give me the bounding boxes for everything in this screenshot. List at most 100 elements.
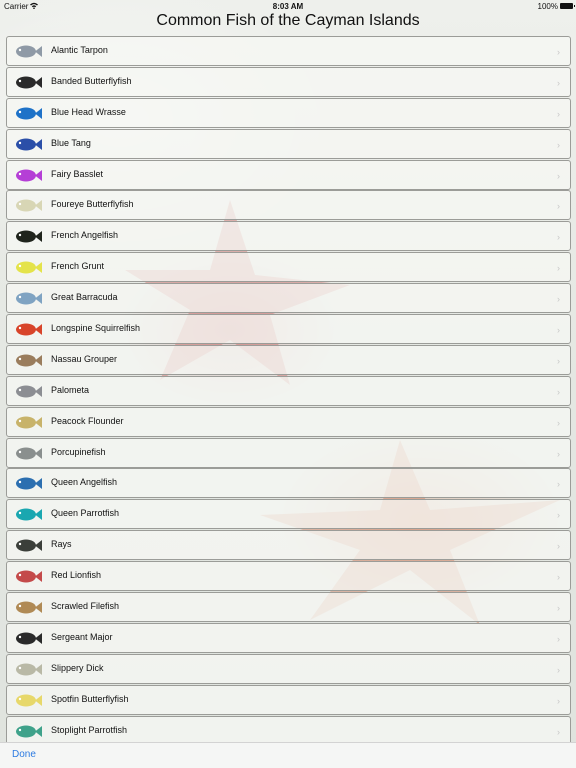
battery-icon — [560, 3, 575, 9]
queen-parrotfish-icon — [16, 508, 42, 521]
list-item[interactable]: Banded Butterflyfish › — [6, 66, 571, 97]
porcupinefish-icon — [16, 447, 42, 460]
palometa-icon — [16, 385, 42, 398]
tarpon-icon — [16, 45, 42, 58]
chevron-right-icon: › — [557, 541, 560, 552]
list-item-label: Red Lionfish — [51, 570, 102, 581]
list-item-label: Scrawled Filefish — [51, 601, 120, 612]
chevron-right-icon: › — [557, 510, 560, 521]
slippery-dick-icon — [16, 663, 42, 676]
chevron-right-icon: › — [557, 325, 560, 336]
bottom-toolbar: Done — [0, 742, 576, 768]
list-item[interactable]: Stoplight Parrotfish › — [6, 715, 571, 742]
list-item[interactable]: Great Barracuda › — [6, 283, 571, 314]
red-lionfish-icon — [16, 570, 42, 583]
list-item-label: Palometa — [51, 384, 90, 395]
list-item[interactable]: Spotfin Butterflyfish › — [6, 684, 571, 715]
list-item-label: Queen Angelfish — [51, 477, 118, 488]
spotfin-butterflyfish-icon — [16, 694, 42, 707]
fish-list: Alantic Tarpon › Banded Butterflyfish › Blue… — [6, 36, 571, 742]
scrawled-filefish-icon — [16, 601, 42, 614]
list-item-label: Blue Tang — [51, 137, 91, 148]
list-item-label: Porcupinefish — [51, 446, 106, 457]
chevron-right-icon: › — [557, 572, 560, 583]
list-item-label: Blue Head Wrasse — [51, 106, 126, 117]
list-item-label: Longspine Squirrelfish — [51, 323, 141, 334]
list-item[interactable]: Alantic Tarpon › — [6, 36, 571, 66]
list-item-label: Slippery Dick — [51, 662, 104, 673]
queen-angelfish-icon — [16, 477, 42, 490]
list-item[interactable]: Blue Tang › — [6, 128, 571, 159]
list-item[interactable]: Palometa › — [6, 375, 571, 406]
french-grunt-icon — [16, 261, 42, 274]
list-item-label: Sergeant Major — [51, 631, 113, 642]
chevron-right-icon: › — [557, 47, 560, 57]
list-item-label: French Grunt — [51, 261, 105, 272]
list-item[interactable]: Foureye Butterflyfish › — [6, 190, 571, 221]
chevron-right-icon: › — [557, 479, 560, 490]
list-item-label: Fairy Basslet — [51, 168, 104, 179]
chevron-right-icon: › — [557, 726, 560, 737]
list-item[interactable]: Fairy Basslet › — [6, 159, 571, 190]
list-item[interactable]: Rays › — [6, 530, 571, 561]
list-item-label: Stoplight Parrotfish — [51, 724, 128, 735]
rays-icon — [16, 539, 42, 552]
list-item[interactable]: Porcupinefish › — [6, 437, 571, 468]
list-item-label: Great Barracuda — [51, 292, 118, 303]
list-item[interactable]: Sergeant Major › — [6, 622, 571, 653]
list-item-label: Rays — [51, 539, 72, 550]
list-item-label: Alantic Tarpon — [51, 45, 108, 55]
chevron-right-icon: › — [557, 695, 560, 706]
chevron-right-icon: › — [557, 633, 560, 644]
done-button[interactable]: Done — [12, 749, 36, 760]
chevron-right-icon: › — [557, 77, 560, 88]
sergeant-major-icon — [16, 632, 42, 645]
list-item-label: Spotfin Butterflyfish — [51, 693, 129, 704]
chevron-right-icon: › — [557, 263, 560, 274]
status-bar: Carrier 8:03 AM 100% — [0, 0, 576, 12]
stoplight-parrotfish-icon — [16, 725, 42, 738]
french-angelfish-icon — [16, 230, 42, 243]
chevron-right-icon: › — [557, 386, 560, 397]
clock: 8:03 AM — [272, 2, 304, 11]
list-item[interactable]: Peacock Flounder › — [6, 406, 571, 437]
list-item[interactable]: French Angelfish › — [6, 221, 571, 252]
list-item-label: Foureye Butterflyfish — [51, 199, 134, 210]
chevron-right-icon: › — [557, 201, 560, 212]
list-item[interactable]: Slippery Dick › — [6, 653, 571, 684]
longspine-squirrelfish-icon — [16, 323, 42, 336]
chevron-right-icon: › — [557, 294, 560, 305]
great-barracuda-icon — [16, 292, 42, 305]
fairy-basslet-icon — [16, 169, 42, 182]
list-item[interactable]: Blue Head Wrasse › — [6, 97, 571, 128]
chevron-right-icon: › — [557, 448, 560, 459]
peacock-flounder-icon — [16, 416, 42, 429]
list-item-label: Queen Parrotfish — [51, 508, 120, 519]
list-item[interactable]: Nassau Grouper › — [6, 344, 571, 375]
list-item[interactable]: Scrawled Filefish › — [6, 592, 571, 623]
blue-tang-icon — [16, 138, 42, 151]
nassau-grouper-icon — [16, 354, 42, 367]
chevron-right-icon: › — [557, 355, 560, 366]
list-item-label: Banded Butterflyfish — [51, 75, 132, 86]
chevron-right-icon: › — [557, 170, 560, 181]
chevron-right-icon: › — [557, 139, 560, 150]
chevron-right-icon: › — [557, 232, 560, 243]
chevron-right-icon: › — [557, 664, 560, 675]
blue-head-wrasse-icon — [16, 107, 42, 120]
list-item[interactable]: Queen Parrotfish › — [6, 499, 571, 530]
list-item[interactable]: Red Lionfish › — [6, 561, 571, 592]
chevron-right-icon: › — [557, 108, 560, 119]
page-title: Common Fish of the Cayman Islands — [156, 12, 420, 29]
list-item-label: Nassau Grouper — [51, 353, 118, 364]
foureye-butterflyfish-icon — [16, 199, 42, 212]
battery-percent: 100% — [537, 2, 558, 11]
list-item-label: French Angelfish — [51, 230, 119, 241]
chevron-right-icon: › — [557, 417, 560, 428]
list-item[interactable]: French Grunt › — [6, 252, 571, 283]
banded-butterflyfish-icon — [16, 76, 42, 89]
chevron-right-icon: › — [557, 603, 560, 614]
list-item[interactable]: Longspine Squirrelfish › — [6, 314, 571, 345]
list-item-label: Peacock Flounder — [51, 415, 124, 426]
list-item[interactable]: Queen Angelfish › — [6, 468, 571, 499]
